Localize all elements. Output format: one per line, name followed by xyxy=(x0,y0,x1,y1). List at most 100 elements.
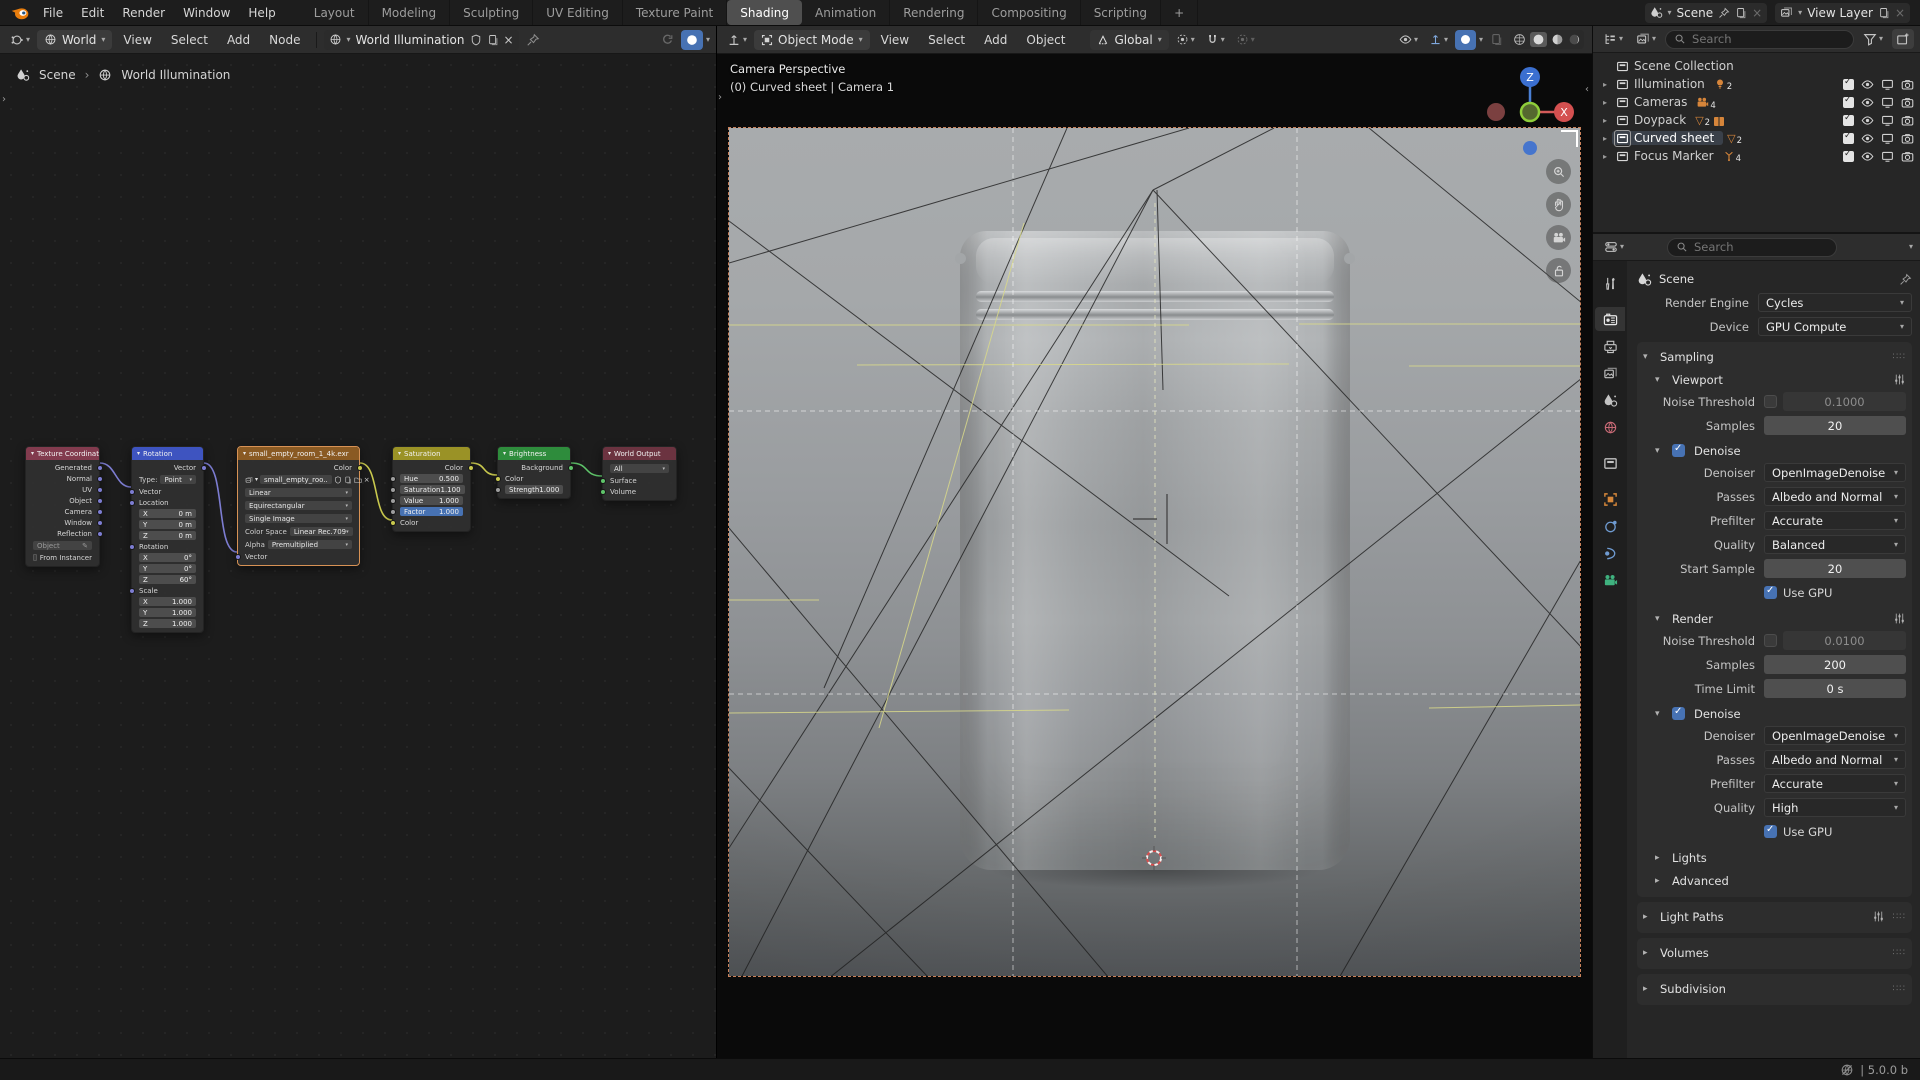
output-socket[interactable] xyxy=(97,498,103,504)
view-menu[interactable]: View xyxy=(873,26,917,54)
shading-solid-active[interactable] xyxy=(1530,32,1547,47)
rotation-z-field[interactable]: Z60° xyxy=(139,575,196,584)
rotation-x-field[interactable]: X0° xyxy=(139,553,196,562)
hue-field[interactable]: Hue0.500 xyxy=(400,474,463,483)
input-socket[interactable] xyxy=(129,544,135,550)
volumes-header[interactable]: ▸Volumes ∷∷ xyxy=(1643,941,1906,964)
shader-node-canvas[interactable]: › Scene › World Illumination ▾Texture Co… xyxy=(0,54,716,1058)
unlink-image-icon[interactable]: × xyxy=(364,476,370,484)
quality-dropdown[interactable]: High▾ xyxy=(1764,798,1906,817)
viewport-denoise-header[interactable]: ▾Denoise xyxy=(1643,439,1906,462)
value-field[interactable]: Value1.000 xyxy=(400,496,463,505)
select-menu[interactable]: Select xyxy=(920,26,973,54)
output-socket[interactable] xyxy=(97,509,103,515)
tab-layout[interactable]: Layout xyxy=(301,0,369,25)
disable-render-icon[interactable] xyxy=(1901,132,1914,145)
input-socket[interactable] xyxy=(129,500,135,506)
output-socket[interactable] xyxy=(201,465,207,471)
exclude-checkbox[interactable] xyxy=(1843,151,1854,162)
open-folder-icon[interactable] xyxy=(354,476,362,484)
filter-sliders-icon[interactable] xyxy=(1893,612,1906,625)
time-limit-field[interactable]: 0 s xyxy=(1764,679,1906,698)
input-socket[interactable] xyxy=(600,478,606,484)
exclude-checkbox[interactable] xyxy=(1843,79,1854,90)
pivot-point-dropdown[interactable]: ▾ xyxy=(1172,30,1199,50)
tab-sculpting[interactable]: Sculpting xyxy=(450,0,533,25)
fake-user-shield-icon[interactable] xyxy=(470,34,482,46)
shader-menu-node[interactable]: Node xyxy=(261,26,308,54)
tab-scripting[interactable]: Scripting xyxy=(1081,0,1161,25)
input-socket[interactable] xyxy=(129,489,135,495)
location-x-field[interactable]: X0 m xyxy=(139,509,196,518)
viewport-canvas[interactable]: Camera Perspective (0) Curved sheet | Ca… xyxy=(717,54,1592,1058)
input-socket[interactable] xyxy=(495,487,501,493)
scale-y-field[interactable]: Y1.000 xyxy=(139,608,196,617)
tab-shading[interactable]: Shading xyxy=(727,0,802,25)
render-engine-dropdown[interactable]: Cycles▾ xyxy=(1758,293,1912,312)
denoiser-dropdown[interactable]: OpenImageDenoise▾ xyxy=(1764,726,1906,745)
pin-icon[interactable] xyxy=(1718,7,1730,19)
object-menu[interactable]: Object xyxy=(1018,26,1073,54)
expand-icon[interactable]: ▸ xyxy=(1603,98,1616,107)
exclude-checkbox[interactable] xyxy=(1843,97,1854,108)
panel-toggle-icon[interactable]: › xyxy=(2,94,6,105)
output-socket[interactable] xyxy=(97,487,103,493)
menu-render[interactable]: Render xyxy=(113,0,174,26)
input-socket[interactable] xyxy=(129,588,135,594)
passes-dropdown[interactable]: Albedo and Normal▾ xyxy=(1764,487,1906,506)
input-socket[interactable] xyxy=(235,554,241,560)
collapse-icon[interactable]: ▾ xyxy=(31,450,34,457)
rotation-y-field[interactable]: Y0° xyxy=(139,564,196,573)
output-socket[interactable] xyxy=(97,531,103,537)
mode-dropdown[interactable]: Object Mode ▾ xyxy=(754,30,870,50)
collapse-icon[interactable]: ▾ xyxy=(137,450,140,457)
type-dropdown[interactable]: Point▾ xyxy=(160,475,196,484)
tab-modeling[interactable]: Modeling xyxy=(369,0,451,25)
grip-dots-icon[interactable]: ∷∷ xyxy=(1893,948,1906,958)
prefilter-dropdown[interactable]: Accurate▾ xyxy=(1764,511,1906,530)
tab-scene[interactable] xyxy=(1595,388,1625,412)
device-dropdown[interactable]: GPU Compute▾ xyxy=(1758,317,1912,336)
source-dropdown[interactable]: Single Image▾ xyxy=(245,514,352,523)
options-chevron-icon[interactable]: ▾ xyxy=(1909,243,1913,251)
passes-dropdown[interactable]: Albedo and Normal▾ xyxy=(1764,750,1906,769)
strength-field[interactable]: Strength1.000 xyxy=(505,485,563,494)
properties-editor-type[interactable]: ▾ xyxy=(1600,237,1628,257)
scene-selector[interactable]: ▾ Scene × xyxy=(1645,3,1768,23)
denoiser-dropdown[interactable]: OpenImageDenoise▾ xyxy=(1764,463,1906,482)
image-icon[interactable] xyxy=(245,476,253,484)
world-datablock-selector[interactable]: ▾ World Illumination × xyxy=(324,30,519,50)
tab-object[interactable] xyxy=(1595,487,1625,511)
disable-render-icon[interactable] xyxy=(1901,150,1914,163)
shader-menu-add[interactable]: Add xyxy=(219,26,258,54)
output-socket[interactable] xyxy=(568,465,574,471)
filter-sliders-icon[interactable] xyxy=(1872,910,1885,923)
tab-view-layer[interactable] xyxy=(1595,361,1625,385)
noise-threshold-value[interactable]: 0.1000 xyxy=(1783,392,1906,411)
node-brightness-background[interactable]: ▾Brightness Background Color Strength1.0… xyxy=(497,446,571,499)
hide-eye-icon[interactable] xyxy=(1861,96,1874,109)
gizmos-dropdown[interactable]: ▾ xyxy=(1425,30,1452,50)
lock-view-button[interactable] xyxy=(1546,258,1571,283)
grip-dots-icon[interactable]: ∷∷ xyxy=(1893,912,1906,922)
snap-hook-icon[interactable] xyxy=(656,30,678,50)
node-saturation[interactable]: ▾Saturation Color Hue0.500 Saturation1.1… xyxy=(392,446,471,532)
fake-user-shield-icon[interactable] xyxy=(334,476,342,484)
viewport-subpanel-header[interactable]: ▾Viewport xyxy=(1643,368,1906,391)
input-socket[interactable] xyxy=(390,509,396,515)
outliner-row-doypack[interactable]: ▸ Doypack ▽2 xyxy=(1593,111,1920,129)
hide-eye-icon[interactable] xyxy=(1861,132,1874,145)
prefilter-dropdown[interactable]: Accurate▾ xyxy=(1764,774,1906,793)
new-datablock-icon[interactable] xyxy=(487,34,499,46)
backdrop-toggle[interactable] xyxy=(681,30,703,50)
tab-rendering[interactable]: Rendering xyxy=(890,0,978,25)
blender-logo-icon[interactable] xyxy=(10,5,30,21)
zoom-button[interactable] xyxy=(1546,159,1571,184)
overlays-toggle[interactable] xyxy=(1455,30,1476,50)
shader-menu-view[interactable]: View xyxy=(115,26,159,54)
tab-compositing[interactable]: Compositing xyxy=(978,0,1080,25)
xray-toggle[interactable] xyxy=(1486,30,1507,50)
outliner-filter-button[interactable]: ▾ xyxy=(1859,29,1887,49)
factor-field[interactable]: Factor1.000 xyxy=(400,507,463,516)
camera-view-button[interactable] xyxy=(1546,225,1571,250)
